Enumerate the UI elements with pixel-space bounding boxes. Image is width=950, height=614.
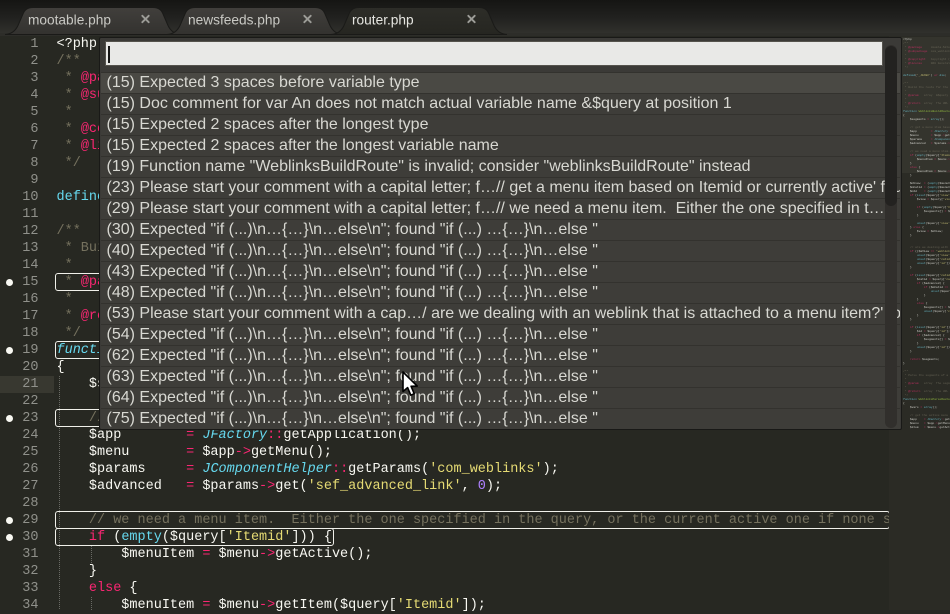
svg-text:newsfeeds.php: newsfeeds.php	[188, 13, 280, 28]
svg-text:mootable.php: mootable.php	[28, 13, 111, 28]
svg-text:router.php: router.php	[352, 13, 414, 28]
